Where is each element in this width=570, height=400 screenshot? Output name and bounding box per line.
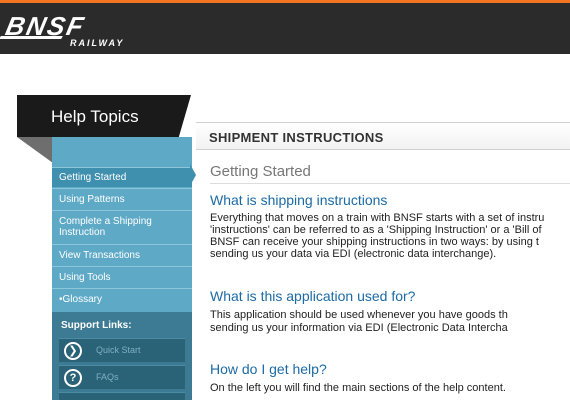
sidebar-header bbox=[52, 137, 192, 165]
page-title: SHIPMENT INSTRUCTIONS bbox=[209, 130, 384, 145]
nav-item-glossary[interactable]: •Glossary bbox=[52, 288, 192, 310]
question-heading-get-help: How do I get help? bbox=[210, 361, 327, 377]
help-topics-title: Help Topics bbox=[51, 107, 139, 126]
top-header-bar: BNSF RAILWAY bbox=[0, 0, 570, 54]
paragraph-line: sending us your data via EDI (electronic… bbox=[210, 248, 497, 260]
section-divider bbox=[210, 183, 570, 184]
paragraph-line: 'instructions' can be referred to as a '… bbox=[210, 224, 542, 236]
paragraph-line: sending us your information via EDI (Ele… bbox=[210, 322, 508, 334]
logo-subtitle: RAILWAY bbox=[70, 38, 125, 48]
support-link-faqs[interactable]: ? FAQs bbox=[59, 365, 185, 389]
nav-item-complete-shipping-instruction[interactable]: Complete a Shipping Instruction bbox=[52, 210, 192, 243]
support-link-label: FAQs bbox=[96, 372, 119, 382]
support-link-quick-start[interactable]: ❯ Quick Start bbox=[59, 338, 185, 362]
nav-label-line1: Complete a Shipping bbox=[59, 216, 152, 227]
paragraph-line: This application should be used whenever… bbox=[210, 309, 508, 321]
play-circle-icon: ❯ bbox=[64, 342, 82, 360]
tab-fold-shadow bbox=[17, 137, 53, 163]
question-heading-application-use: What is this application used for? bbox=[210, 288, 416, 304]
nav-item-getting-started[interactable]: Getting Started bbox=[52, 167, 192, 187]
paragraph-line: Everything that moves on a train with BN… bbox=[210, 212, 545, 224]
question-heading-shipping-instructions: What is shipping instructions bbox=[210, 192, 388, 208]
support-link-label: Quick Start bbox=[96, 345, 141, 355]
question-circle-icon: ? bbox=[64, 369, 82, 387]
paragraph-line: BNSF can receive your shipping instructi… bbox=[210, 236, 539, 248]
nav-label-line2: Instruction bbox=[59, 227, 106, 238]
active-nav-arrow-icon bbox=[190, 164, 196, 186]
bnsf-logo[interactable]: BNSF RAILWAY bbox=[0, 11, 160, 51]
help-topics-tab: Help Topics bbox=[17, 95, 191, 137]
paragraph-line: On the left you will find the main secti… bbox=[210, 382, 506, 394]
section-title: Getting Started bbox=[210, 163, 311, 180]
nav-item-using-patterns[interactable]: Using Patterns bbox=[52, 188, 192, 209]
nav-item-using-tools[interactable]: Using Tools bbox=[52, 266, 192, 287]
content-header-bar: SHIPMENT INSTRUCTIONS bbox=[196, 122, 570, 150]
nav-item-view-transactions[interactable]: View Transactions bbox=[52, 244, 192, 265]
support-links-title: Support Links: bbox=[61, 320, 132, 331]
support-link-partial[interactable] bbox=[59, 392, 185, 400]
support-links-panel: Support Links: ❯ Quick Start ? FAQs bbox=[52, 312, 192, 400]
